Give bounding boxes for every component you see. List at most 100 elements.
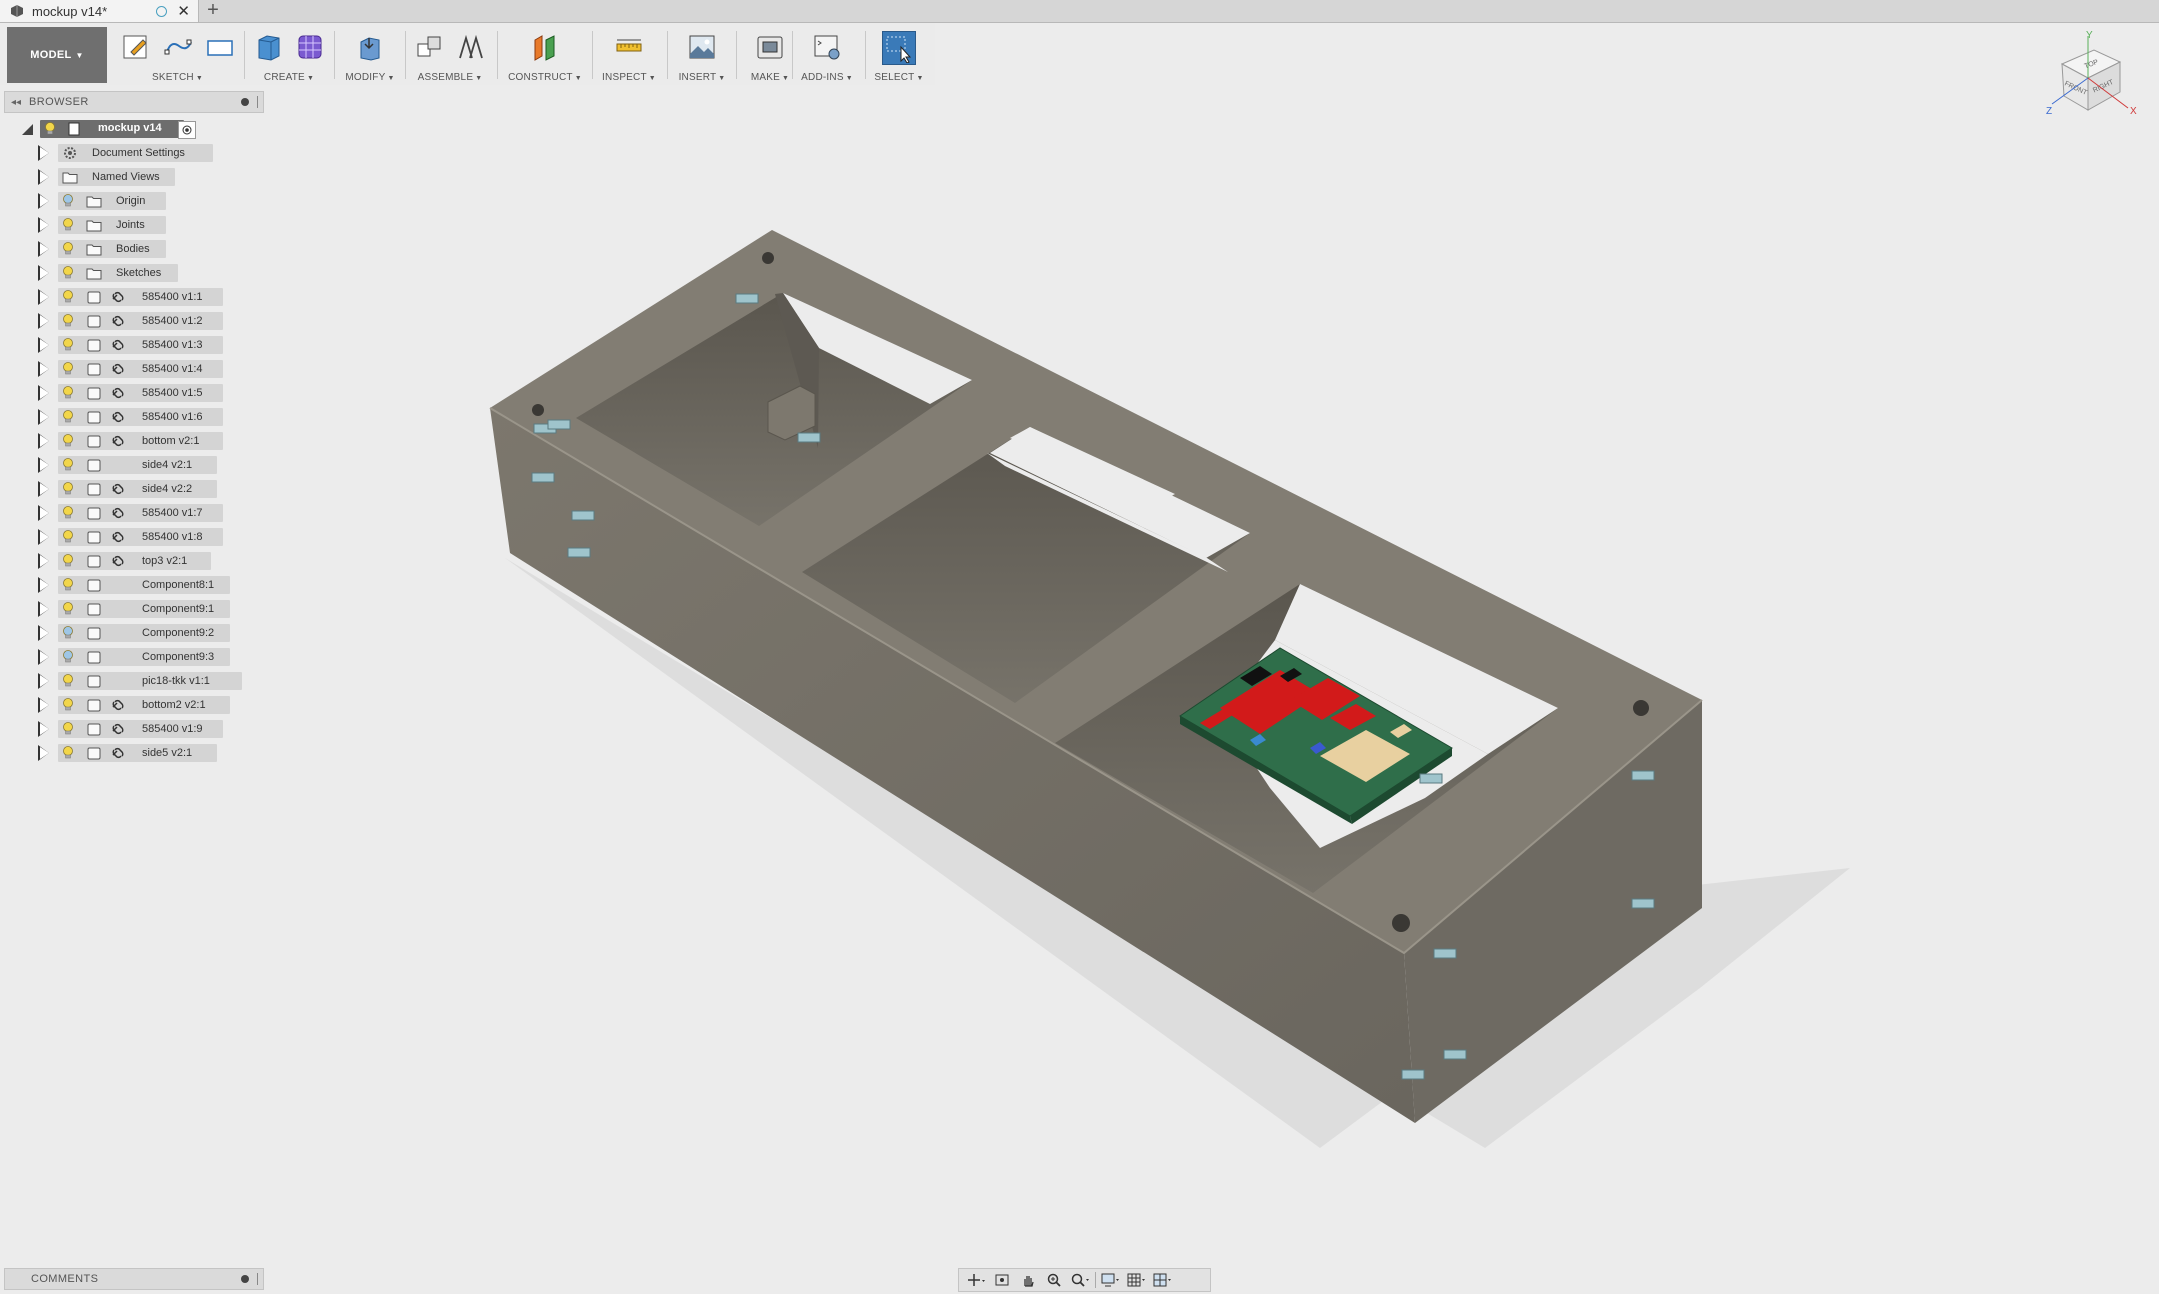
toolbar-group-create[interactable]: CREATE ▼ [250,27,328,85]
browser-item[interactable]: Named Views [0,166,270,188]
browser-item[interactable]: Component8:1 [0,574,270,596]
visibility-bulb-icon[interactable] [62,434,74,448]
browser-item[interactable]: 585400 v1:2 [0,310,270,332]
workspace-switcher[interactable]: MODEL ▼ [7,27,107,83]
browser-item[interactable]: Component9:2 [0,622,270,644]
expand-triangle-icon[interactable] [38,745,49,761]
expand-triangle-icon[interactable] [38,193,49,209]
browser-item[interactable]: bottom v2:1 [0,430,270,452]
form-icon[interactable] [294,31,326,63]
browser-item[interactable]: 585400 v1:3 [0,334,270,356]
activate-radio-icon[interactable] [178,121,196,139]
visibility-bulb-icon[interactable] [62,218,74,232]
browser-item[interactable]: 585400 v1:9 [0,718,270,740]
visibility-bulb-icon[interactable] [62,314,74,328]
visibility-bulb-icon[interactable] [62,290,74,304]
expand-triangle-icon[interactable] [38,649,49,665]
extrude-icon[interactable] [252,31,284,63]
browser-item[interactable]: side4 v2:1 [0,454,270,476]
toolbar-group-add-ins[interactable]: ADD-INS ▼ [796,27,858,85]
browser-item[interactable]: top3 v2:1 [0,550,270,572]
browser-panel-header[interactable]: ◂◂ BROWSER [4,91,264,113]
expand-triangle-icon[interactable] [38,265,49,281]
toolbar-group-select[interactable]: SELECT ▼ [869,27,929,85]
toolbar-group-construct[interactable]: CONSTRUCT ▼ [505,27,585,85]
expand-triangle-icon[interactable] [38,385,49,401]
toolbar-group-assemble[interactable]: ASSEMBLE ▼ [410,27,490,85]
expand-triangle-icon[interactable] [38,553,49,569]
zoom-icon[interactable] [1043,1271,1065,1289]
browser-item[interactable]: Bodies [0,238,270,260]
measure-icon[interactable] [613,31,645,63]
expand-triangle-icon[interactable] [38,529,49,545]
visibility-bulb-icon[interactable] [62,482,74,496]
expand-triangle-icon[interactable] [38,289,49,305]
visibility-bulb-icon[interactable] [62,266,74,280]
look-at-icon[interactable] [991,1271,1013,1289]
browser-item[interactable]: Sketches [0,262,270,284]
browser-item[interactable]: side4 v2:2 [0,478,270,500]
visibility-bulb-icon[interactable] [62,554,74,568]
expand-triangle-icon[interactable] [38,697,49,713]
expand-triangle-icon[interactable] [38,577,49,593]
visibility-bulb-icon[interactable] [62,722,74,736]
browser-item[interactable]: 585400 v1:4 [0,358,270,380]
browser-item[interactable]: 585400 v1:6 [0,406,270,428]
collapse-panel-icon[interactable]: ◂◂ [11,97,21,108]
browser-item[interactable]: 585400 v1:1 [0,286,270,308]
orbit-icon[interactable] [965,1271,987,1289]
expand-triangle-icon[interactable] [38,313,49,329]
expand-triangle-icon[interactable] [38,145,49,161]
expand-triangle-icon[interactable] [38,673,49,689]
browser-item[interactable]: 585400 v1:7 [0,502,270,524]
visibility-bulb-icon[interactable] [62,338,74,352]
expand-triangle-icon[interactable] [38,457,49,473]
insert-image-icon[interactable] [686,31,718,63]
browser-item[interactable]: 585400 v1:5 [0,382,270,404]
visibility-bulb-icon[interactable] [62,194,74,208]
visibility-bulb-icon[interactable] [62,746,74,760]
visibility-bulb-icon[interactable] [62,362,74,376]
toolbar-group-inspect[interactable]: INSPECT ▼ [598,27,660,85]
visibility-bulb-icon[interactable] [62,674,74,688]
line-icon[interactable] [162,31,194,63]
document-tab[interactable]: mockup v14* ✕ [0,0,199,22]
visibility-bulb-icon[interactable] [62,506,74,520]
select-icon[interactable] [882,31,916,65]
viewport-canvas[interactable] [270,88,2159,1268]
browser-item[interactable]: Component9:3 [0,646,270,668]
visibility-bulb-icon[interactable] [62,386,74,400]
viewcube[interactable]: TOP FRONT RIGHT Y Z X [2040,30,2140,130]
browser-item[interactable]: 585400 v1:8 [0,526,270,548]
pin-icon[interactable] [241,1275,249,1283]
pin-icon[interactable] [241,98,249,106]
comments-panel-header[interactable]: COMMENTS [4,1268,264,1290]
browser-root-node[interactable]: mockup v14 [0,118,270,140]
expand-triangle-icon[interactable] [38,481,49,497]
visibility-bulb-icon[interactable] [62,458,74,472]
expand-triangle-icon[interactable] [38,337,49,353]
toolbar-group-make[interactable]: MAKE ▼ [740,27,800,85]
visibility-bulb-icon[interactable] [62,698,74,712]
grid-settings-icon[interactable] [1126,1271,1148,1289]
joint-icon[interactable] [455,31,487,63]
fit-icon[interactable] [1069,1271,1091,1289]
browser-item[interactable]: bottom2 v2:1 [0,694,270,716]
expand-triangle-icon[interactable] [38,241,49,257]
create-sketch-icon[interactable] [120,31,152,63]
viewports-icon[interactable] [1152,1271,1174,1289]
expand-triangle-icon[interactable] [38,361,49,377]
expand-triangle-icon[interactable] [38,601,49,617]
browser-item[interactable]: Joints [0,214,270,236]
expanded-triangle-icon[interactable] [22,123,33,135]
resize-grip[interactable] [257,96,260,108]
resize-grip[interactable] [257,1273,260,1285]
visibility-bulb-icon[interactable] [62,530,74,544]
visibility-bulb-icon[interactable] [62,650,74,664]
browser-item[interactable]: Component9:1 [0,598,270,620]
scripts-addins-icon[interactable] [811,31,843,63]
pan-icon[interactable] [1017,1271,1039,1289]
expand-triangle-icon[interactable] [38,169,49,185]
browser-item[interactable]: side5 v2:1 [0,742,270,764]
expand-triangle-icon[interactable] [38,721,49,737]
